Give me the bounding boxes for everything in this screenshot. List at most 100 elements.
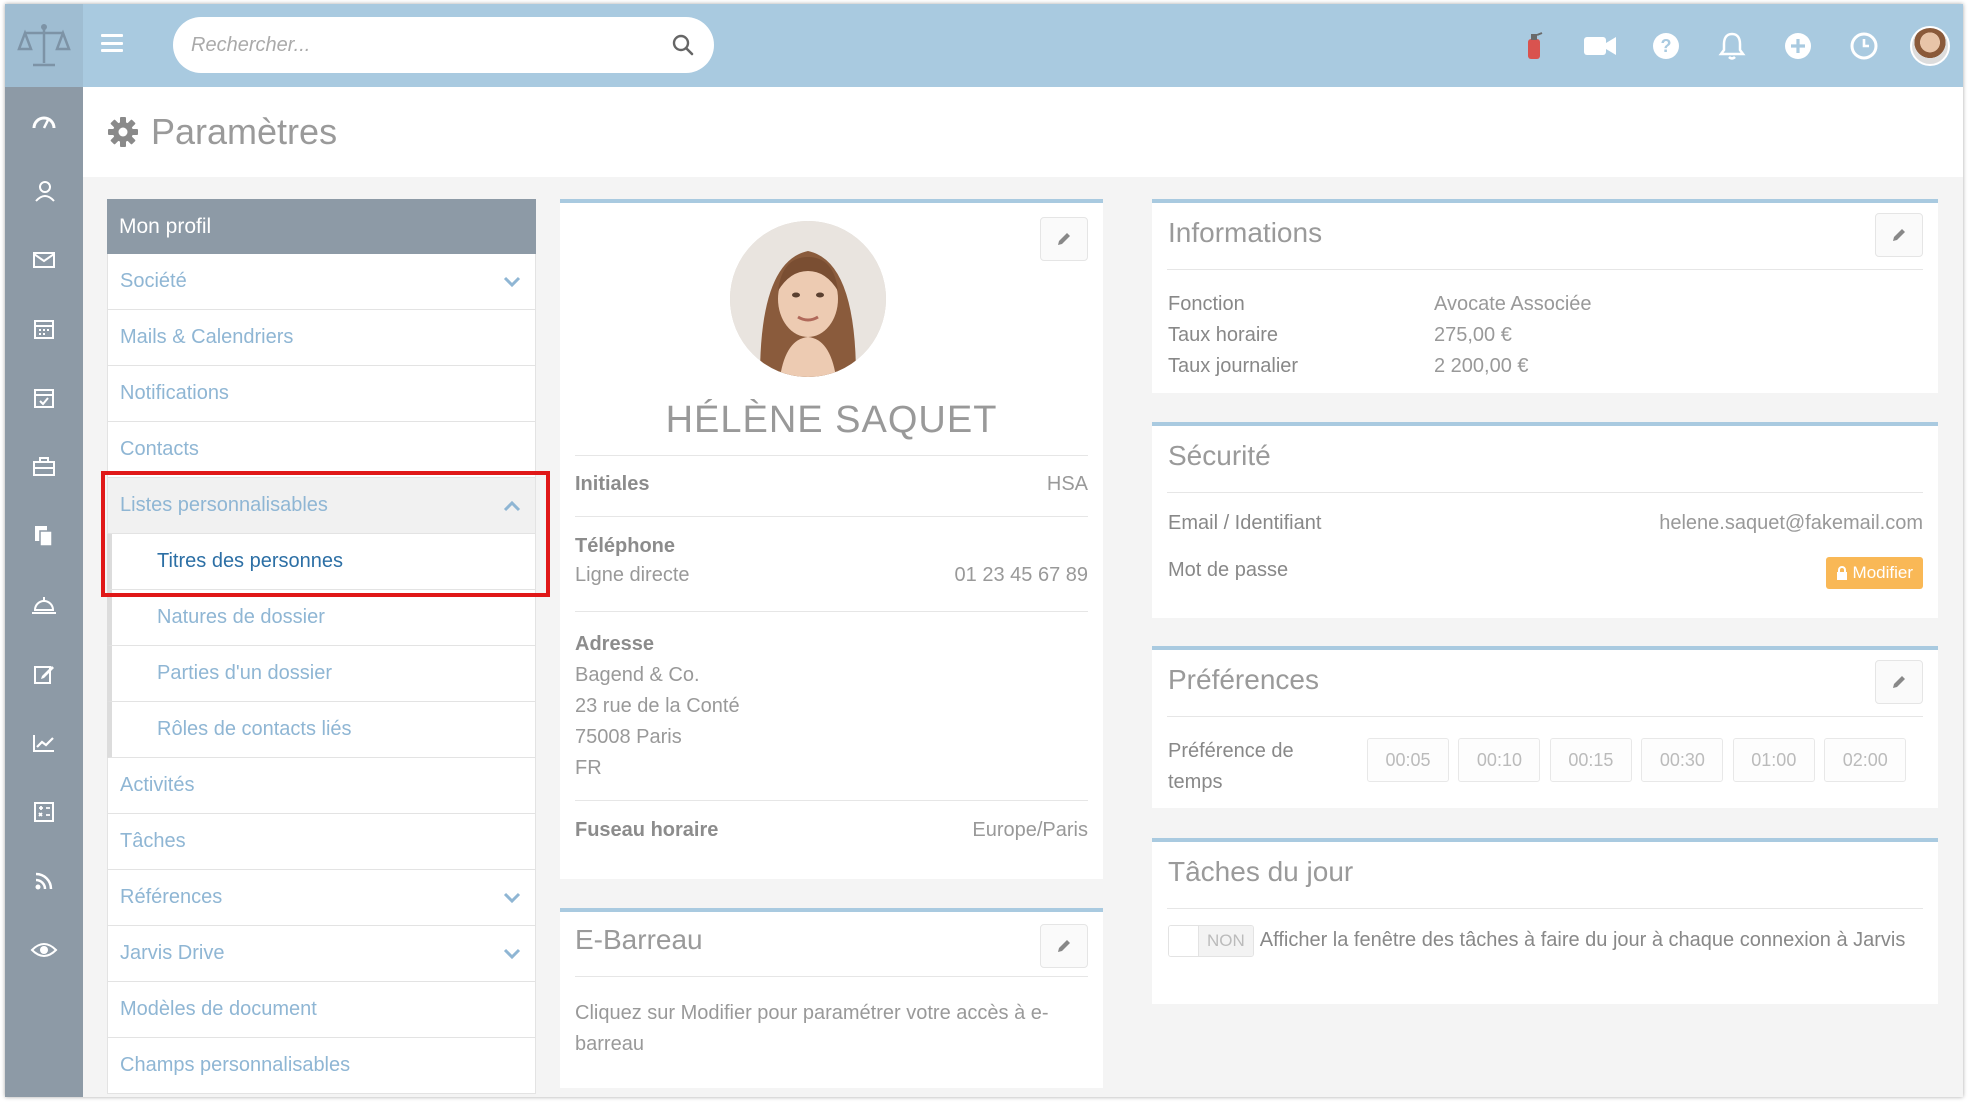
edit-icon[interactable] (5, 639, 83, 708)
address-line: FR (575, 757, 602, 779)
time-option[interactable]: 00:15 (1549, 738, 1632, 782)
info-value: Avocate Associée (1434, 293, 1592, 315)
preferences-title: Préférences (1168, 664, 1319, 695)
bell-service-icon[interactable] (5, 570, 83, 639)
menu-item-notifications[interactable]: Notifications (107, 366, 536, 422)
menu-item-references[interactable]: Références (107, 870, 536, 926)
phone-section: Téléphone Ligne directe 01 23 45 67 89 (575, 535, 1088, 587)
submenu-item-case-parties[interactable]: Parties d'un dossier (107, 646, 536, 702)
video-camera-icon[interactable] (1567, 4, 1633, 87)
informations-card: Informations Fonction Avocate Associée Ta… (1152, 199, 1938, 393)
menu-item-custom-lists[interactable]: Listes personnalisables (107, 478, 536, 534)
contacts-icon[interactable] (5, 156, 83, 225)
submenu-item-case-types[interactable]: Natures de dossier (107, 590, 536, 646)
initials-value: HSA (1046, 473, 1088, 495)
plus-circle-icon[interactable] (1765, 4, 1831, 87)
scales-of-justice-icon[interactable] (5, 4, 83, 87)
submenu-item-contact-roles[interactable]: Rôles de contacts liés (107, 702, 536, 758)
calendar-icon[interactable] (5, 294, 83, 363)
time-option[interactable]: 02:00 (1824, 738, 1907, 782)
top-actions: ? (1501, 4, 1963, 87)
edit-ebarreau-button[interactable] (1040, 924, 1088, 968)
time-option[interactable]: 00:10 (1458, 738, 1541, 782)
info-label: Taux horaire (1168, 324, 1279, 346)
security-card: Sécurité Email / Identifiant helene.saqu… (1152, 422, 1938, 618)
timezone-value: Europe/Paris (972, 819, 1088, 841)
edit-informations-button[interactable] (1875, 213, 1923, 257)
help-icon[interactable]: ? (1633, 4, 1699, 87)
user-avatar[interactable] (1897, 4, 1963, 87)
dashboard-icon[interactable] (5, 87, 83, 156)
rss-icon[interactable] (5, 846, 83, 915)
menu-toggle-icon[interactable] (101, 34, 123, 52)
menu-item-contacts[interactable]: Contacts (107, 422, 536, 478)
edit-preferences-button[interactable] (1875, 660, 1923, 704)
time-option[interactable]: 01:00 (1732, 738, 1815, 782)
timezone-row: Fuseau horaire Europe/Paris (575, 819, 1088, 842)
daily-tasks-title: Tâches du jour (1168, 856, 1354, 887)
avatar (1910, 25, 1950, 66)
informations-rows: Fonction Avocate Associée Taux horaire 275… (1168, 289, 1592, 382)
modify-password-button[interactable]: Modifier (1825, 557, 1923, 589)
calculator-icon[interactable] (5, 777, 83, 846)
preferences-card: Préférences Préférence de temps 00:05 00… (1152, 646, 1938, 808)
profile-photo (730, 221, 886, 377)
password-label: Mot de passe (1168, 559, 1289, 581)
bell-icon[interactable] (1699, 4, 1765, 87)
menu-item-tasks[interactable]: Tâches (107, 814, 536, 870)
menu-item-societe[interactable]: Société (107, 254, 536, 310)
time-option[interactable]: 00:30 (1641, 738, 1724, 782)
info-label: Fonction (1168, 293, 1245, 315)
submenu-item-person-titles[interactable]: Titres des personnes (107, 534, 536, 590)
phone-type: Ligne directe (575, 564, 690, 586)
time-option[interactable]: 00:05 (1367, 738, 1449, 782)
profile-card: HÉLÈNE SAQUET Initiales HSA Téléphone Li… (560, 199, 1103, 879)
pencil-icon (1893, 229, 1905, 241)
svg-text:?: ? (1661, 36, 1672, 56)
top-bar: ? (5, 4, 1963, 87)
timezone-label: Fuseau horaire (575, 819, 719, 841)
address-line: Bagend & Co. (575, 664, 700, 686)
extinguisher-icon[interactable] (1501, 4, 1567, 87)
search-input[interactable] (191, 33, 670, 57)
settings-menu: Mon profil Société Mails & Calendriers N… (107, 199, 536, 1094)
address-label: Adresse (575, 633, 654, 655)
pencil-icon (1058, 233, 1070, 245)
menu-item-jarvis-drive[interactable]: Jarvis Drive (107, 926, 536, 982)
mail-icon[interactable] (5, 225, 83, 294)
info-value: 2 200,00 € (1434, 355, 1529, 377)
eye-icon[interactable] (5, 915, 83, 984)
clock-icon[interactable] (1831, 4, 1897, 87)
time-preference-label: Préférence de temps (1168, 740, 1294, 793)
edit-profile-button[interactable] (1040, 217, 1088, 261)
app-window: ? (5, 4, 1963, 1097)
menu-item-mails-calendars[interactable]: Mails & Calendriers (107, 310, 536, 366)
chart-icon[interactable] (5, 708, 83, 777)
menu-item-document-templates[interactable]: Modèles de document (107, 982, 536, 1038)
daily-tasks-card: Tâches du jour NON Afficher la fenêtre de… (1152, 838, 1938, 1004)
calendar-check-icon[interactable] (5, 363, 83, 432)
briefcase-icon[interactable] (5, 432, 83, 501)
info-value: 275,00 € (1434, 324, 1512, 346)
pencil-icon (1058, 940, 1070, 952)
ebarreau-title: E-Barreau (575, 924, 703, 955)
left-nav (5, 87, 83, 1097)
menu-item-activities[interactable]: Activités (107, 758, 536, 814)
search-icon[interactable] (670, 32, 696, 58)
lock-icon (1836, 566, 1847, 580)
chevron-up-icon (501, 495, 523, 517)
initials-label: Initiales (575, 473, 650, 495)
page-title: Paramètres (151, 111, 338, 152)
address-line: 75008 Paris (575, 726, 682, 748)
address-section: Adresse Bagend & Co. 23 rue de la Conté … (575, 629, 1088, 784)
documents-icon[interactable] (5, 501, 83, 570)
chevron-down-icon (501, 943, 523, 965)
address-line: 23 rue de la Conté (575, 695, 740, 717)
pencil-icon (1893, 676, 1905, 688)
email-label: Email / Identifiant (1168, 512, 1322, 534)
menu-item-my-profile[interactable]: Mon profil (107, 199, 536, 254)
gear-icon (108, 117, 138, 147)
menu-item-custom-fields[interactable]: Champs personnalisables (107, 1038, 536, 1094)
info-label: Taux journalier (1168, 355, 1299, 377)
daily-tasks-toggle[interactable]: NON (1168, 924, 1254, 957)
